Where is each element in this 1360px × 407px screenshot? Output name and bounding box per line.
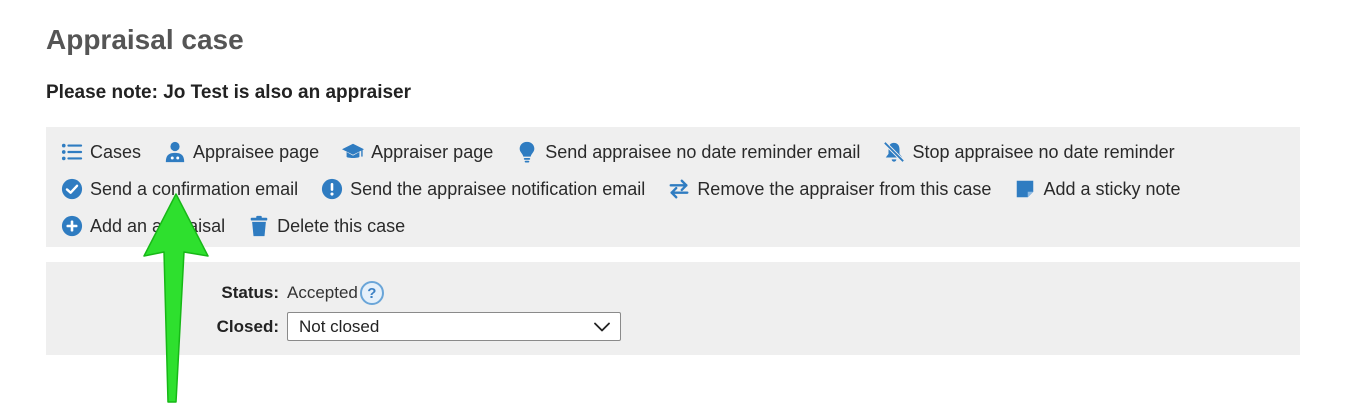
status-row: Status: Accepted ? [209, 281, 384, 305]
remove-appraiser-label: Remove the appraiser from this case [697, 178, 992, 199]
lightbulb-icon [515, 140, 539, 164]
status-label: Status: [221, 283, 279, 302]
list-icon [60, 140, 84, 164]
closed-row: Closed: Not closed [209, 312, 621, 341]
cases-link[interactable]: Cases [60, 139, 141, 165]
stop-no-date-reminder-label: Stop appraisee no date reminder [912, 141, 1175, 162]
closed-select-value: Not closed [299, 316, 380, 336]
graduation-cap-icon [341, 140, 365, 164]
check-circle-icon [60, 177, 84, 201]
remove-appraiser-link[interactable]: Remove the appraiser from this case [667, 176, 991, 202]
appraisee-page-link[interactable]: Appraisee page [163, 139, 319, 165]
status-value: Accepted [287, 283, 358, 302]
action-toolbar: Cases Appraisee page Appraiser page Send… [46, 127, 1300, 247]
bell-slash-icon [882, 140, 906, 164]
send-confirmation-email-link[interactable]: Send a confirmation email [60, 176, 298, 202]
send-no-date-reminder-link[interactable]: Send appraisee no date reminder email [515, 139, 860, 165]
add-appraisal-link[interactable]: Add an appraisal [60, 213, 225, 239]
sticky-note-icon [1013, 177, 1037, 201]
help-icon[interactable]: ? [359, 281, 384, 305]
toolbar-row-2: Send a confirmation email Send the appra… [60, 176, 1203, 202]
case-details-panel: Status: Accepted ? Closed: Not closed [46, 262, 1300, 355]
delete-case-link[interactable]: Delete this case [247, 213, 405, 239]
stop-no-date-reminder-link[interactable]: Stop appraisee no date reminder [882, 139, 1175, 165]
page-title: Appraisal case [46, 24, 244, 55]
trash-icon [247, 214, 271, 238]
chevron-down-icon [594, 317, 610, 337]
toolbar-row-3: Add an appraisal Delete this case [60, 213, 427, 239]
appraiser-page-link[interactable]: Appraiser page [341, 139, 493, 165]
add-sticky-note-label: Add a sticky note [1043, 178, 1181, 199]
plus-circle-icon [60, 214, 84, 238]
add-sticky-note-link[interactable]: Add a sticky note [1013, 176, 1181, 202]
exclamation-circle-icon [320, 177, 344, 201]
appraisee-page-label: Appraisee page [193, 141, 320, 162]
appraiser-note: Please note: Jo Test is also an appraise… [46, 82, 412, 103]
user-doctor-icon [163, 140, 187, 164]
add-appraisal-label: Add an appraisal [90, 215, 226, 236]
cases-label: Cases [90, 141, 142, 162]
closed-label: Closed: [216, 316, 279, 336]
toolbar-row-1: Cases Appraisee page Appraiser page Send… [60, 139, 1197, 165]
send-notification-email-link[interactable]: Send the appraisee notification email [320, 176, 645, 202]
appraiser-page-label: Appraiser page [371, 141, 494, 162]
closed-select[interactable]: Not closed [287, 312, 621, 341]
send-no-date-reminder-label: Send appraisee no date reminder email [545, 141, 861, 162]
send-notification-email-label: Send the appraisee notification email [350, 178, 646, 199]
delete-case-label: Delete this case [277, 215, 406, 236]
swap-arrows-icon [667, 177, 691, 201]
send-confirmation-email-label: Send a confirmation email [90, 178, 299, 199]
